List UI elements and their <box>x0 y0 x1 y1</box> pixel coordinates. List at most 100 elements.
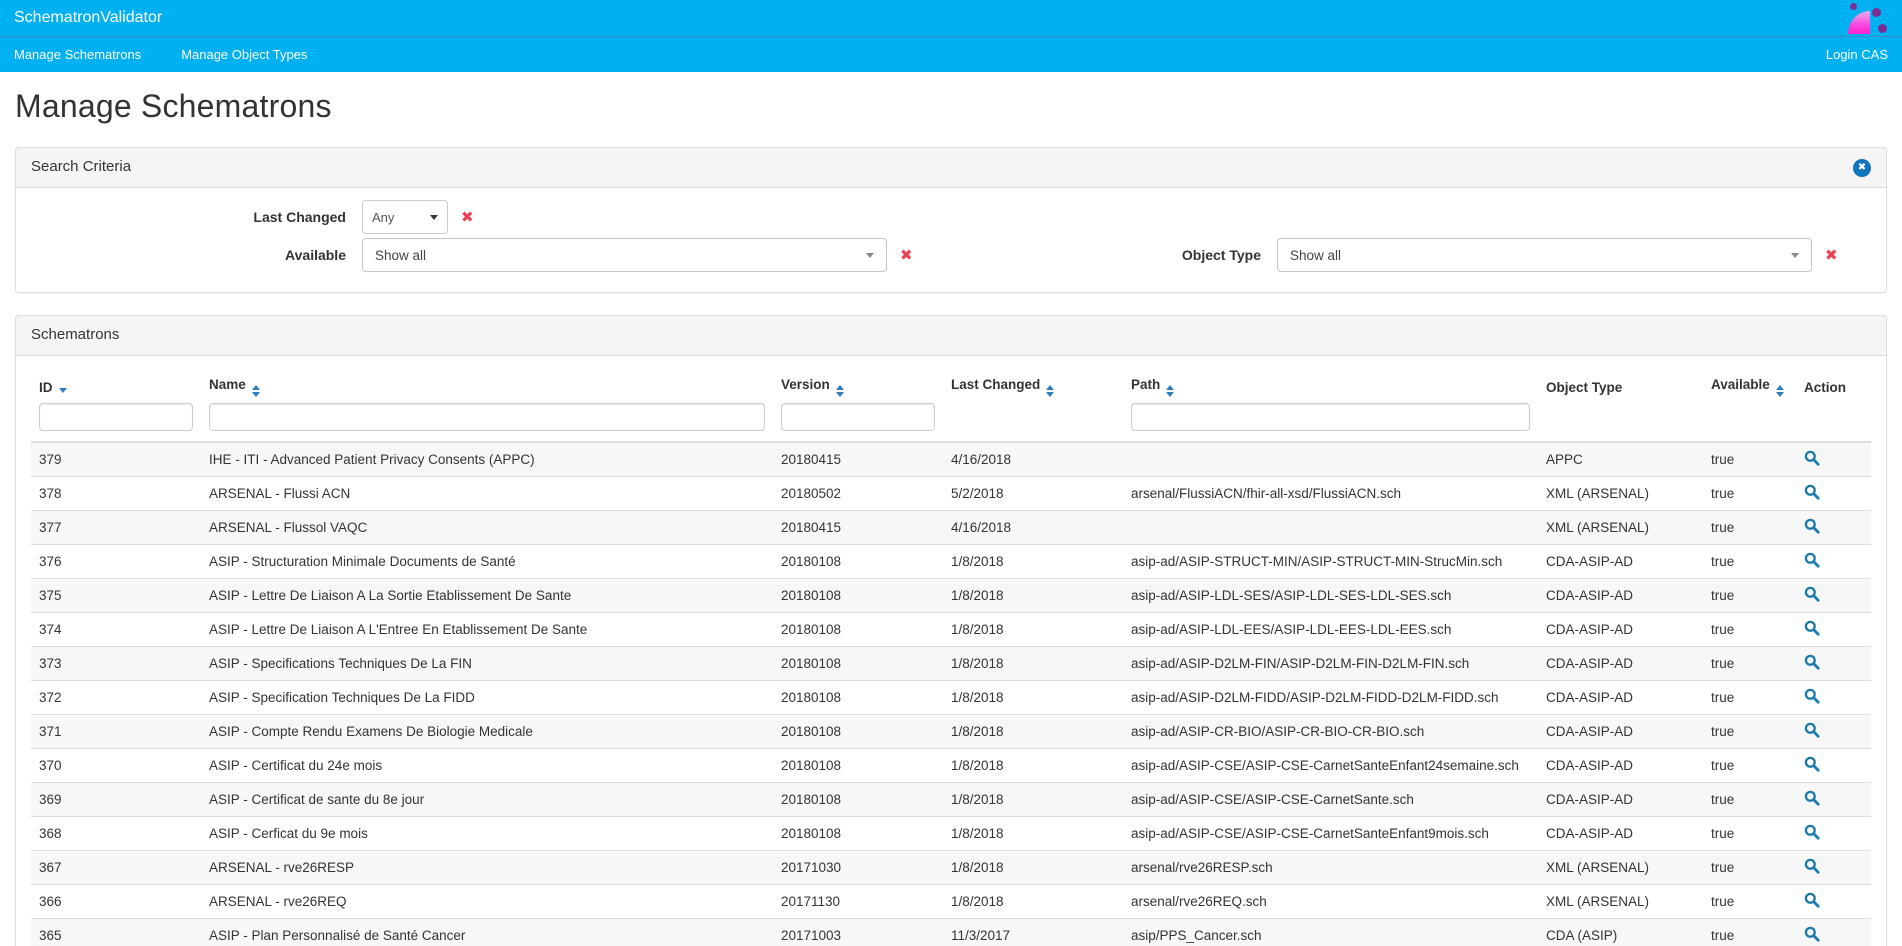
filter-cell-name <box>201 401 773 442</box>
view-schematron-icon[interactable] <box>1804 756 1820 772</box>
view-schematron-icon[interactable] <box>1804 552 1820 568</box>
available-select[interactable]: Show all <box>362 238 887 272</box>
view-schematron-icon[interactable] <box>1804 858 1820 874</box>
sort-icon <box>252 385 260 397</box>
view-schematron-icon[interactable] <box>1804 722 1820 738</box>
cell-path: asip-ad/ASIP-LDL-EES/ASIP-LDL-EES-LDL-EE… <box>1123 613 1538 647</box>
column-header-available[interactable]: Available <box>1703 371 1796 401</box>
view-schematron-icon[interactable] <box>1804 688 1820 704</box>
chevron-down-icon <box>866 253 874 258</box>
cell-action <box>1796 579 1871 613</box>
clear-object-type-icon[interactable]: ✖ <box>1825 248 1838 263</box>
cell-version: 20180108 <box>773 613 943 647</box>
cell-last_changed: 1/8/2018 <box>943 545 1123 579</box>
cell-name: ASIP - Structuration Minimale Documents … <box>201 545 773 579</box>
cell-id: 369 <box>31 783 201 817</box>
cell-name: ARSENAL - Flussol VAQC <box>201 511 773 545</box>
view-schematron-icon[interactable] <box>1804 654 1820 670</box>
app-title[interactable]: SchematronValidator <box>0 0 162 36</box>
view-schematron-icon[interactable] <box>1804 586 1820 602</box>
cell-last_changed: 11/3/2017 <box>943 919 1123 946</box>
table-row: 374ASIP - Lettre De Liaison A L'Entree E… <box>31 613 1871 647</box>
cell-name: ASIP - Specification Techniques De La FI… <box>201 681 773 715</box>
cell-action <box>1796 545 1871 579</box>
cell-name: ASIP - Specifications Techniques De La F… <box>201 647 773 681</box>
table-row: 369ASIP - Certificat de sante du 8e jour… <box>31 783 1871 817</box>
clear-available-icon[interactable]: ✖ <box>900 248 913 263</box>
cell-id: 368 <box>31 817 201 851</box>
last-changed-label: Last Changed <box>32 209 362 225</box>
filter-input-id[interactable] <box>39 403 193 431</box>
cell-id: 375 <box>31 579 201 613</box>
schematrons-title: Schematrons <box>31 326 119 343</box>
cell-name: ASIP - Lettre De Liaison A La Sortie Eta… <box>201 579 773 613</box>
table-row: 365ASIP - Plan Personnalisé de Santé Can… <box>31 919 1871 946</box>
cell-object_type: XML (ARSENAL) <box>1538 851 1703 885</box>
view-schematron-icon[interactable] <box>1804 620 1820 636</box>
cell-version: 20180108 <box>773 817 943 851</box>
cell-name: ASIP - Lettre De Liaison A L'Entree En E… <box>201 613 773 647</box>
cell-version: 20180108 <box>773 681 943 715</box>
cell-action <box>1796 817 1871 851</box>
cell-id: 367 <box>31 851 201 885</box>
cell-version: 20180502 <box>773 477 943 511</box>
cell-object_type: CDA-ASIP-AD <box>1538 783 1703 817</box>
filter-input-version[interactable] <box>781 403 935 431</box>
cell-path: asip-ad/ASIP-STRUCT-MIN/ASIP-STRUCT-MIN-… <box>1123 545 1538 579</box>
column-header-id[interactable]: ID <box>31 371 201 401</box>
cell-object_type: CDA-ASIP-AD <box>1538 749 1703 783</box>
view-schematron-icon[interactable] <box>1804 926 1820 942</box>
table-row: 371ASIP - Compte Rendu Examens De Biolog… <box>31 715 1871 749</box>
cell-available: true <box>1703 919 1796 946</box>
cell-path: arsenal/FlussiACN/fhir-all-xsd/FlussiACN… <box>1123 477 1538 511</box>
cell-last_changed: 1/8/2018 <box>943 681 1123 715</box>
view-schematron-icon[interactable] <box>1804 484 1820 500</box>
chevron-down-icon <box>430 215 438 220</box>
cell-version: 20180108 <box>773 579 943 613</box>
cell-id: 376 <box>31 545 201 579</box>
column-header-version[interactable]: Version <box>773 371 943 401</box>
cell-object_type: CDA (ASIP) <box>1538 919 1703 946</box>
view-schematron-icon[interactable] <box>1804 790 1820 806</box>
cell-object_type: XML (ARSENAL) <box>1538 511 1703 545</box>
filter-cell-path <box>1123 401 1538 442</box>
view-schematron-icon[interactable] <box>1804 518 1820 534</box>
cell-version: 20180108 <box>773 545 943 579</box>
column-header-last_changed[interactable]: Last Changed <box>943 371 1123 401</box>
table-row: 375ASIP - Lettre De Liaison A La Sortie … <box>31 579 1871 613</box>
view-schematron-icon[interactable] <box>1804 892 1820 908</box>
column-label: ID <box>39 380 53 395</box>
cell-path: asip-ad/ASIP-CR-BIO/ASIP-CR-BIO-CR-BIO.s… <box>1123 715 1538 749</box>
cell-last_changed: 5/2/2018 <box>943 477 1123 511</box>
nav-manage-schematrons[interactable]: Manage Schematrons <box>14 47 141 62</box>
nav-manage-object-types[interactable]: Manage Object Types <box>181 47 307 62</box>
column-label: Last Changed <box>951 377 1040 392</box>
table-row: 367ARSENAL - rve26RESP201710301/8/2018ar… <box>31 851 1871 885</box>
table-body: 379IHE - ITI - Advanced Patient Privacy … <box>31 442 1871 946</box>
clear-last-changed-icon[interactable]: ✖ <box>461 210 474 225</box>
column-header-name[interactable]: Name <box>201 371 773 401</box>
nav-login-cas[interactable]: Login CAS <box>1826 47 1888 62</box>
object-type-select[interactable]: Show all <box>1277 238 1812 272</box>
last-changed-select[interactable]: Any <box>362 200 448 234</box>
filter-input-name[interactable] <box>209 403 765 431</box>
cell-action <box>1796 919 1871 946</box>
cell-action <box>1796 442 1871 477</box>
cell-id: 365 <box>31 919 201 946</box>
column-label: Object Type <box>1546 380 1622 395</box>
table-head: ID Name Version Last Changed Path Object Type… <box>31 371 1871 442</box>
cell-available: true <box>1703 579 1796 613</box>
column-header-path[interactable]: Path <box>1123 371 1538 401</box>
cell-available: true <box>1703 715 1796 749</box>
panel-collapse-icon[interactable]: ✖ <box>1853 159 1871 177</box>
view-schematron-icon[interactable] <box>1804 450 1820 466</box>
cell-object_type: CDA-ASIP-AD <box>1538 715 1703 749</box>
cell-path: asip-ad/ASIP-LDL-SES/ASIP-LDL-SES-LDL-SE… <box>1123 579 1538 613</box>
cell-name: ASIP - Compte Rendu Examens De Biologie … <box>201 715 773 749</box>
view-schematron-icon[interactable] <box>1804 824 1820 840</box>
cell-version: 20180108 <box>773 647 943 681</box>
filter-input-path[interactable] <box>1131 403 1530 431</box>
cell-path: asip-ad/ASIP-D2LM-FIN/ASIP-D2LM-FIN-D2LM… <box>1123 647 1538 681</box>
column-label: Version <box>781 377 830 392</box>
column-label: Action <box>1804 380 1846 395</box>
